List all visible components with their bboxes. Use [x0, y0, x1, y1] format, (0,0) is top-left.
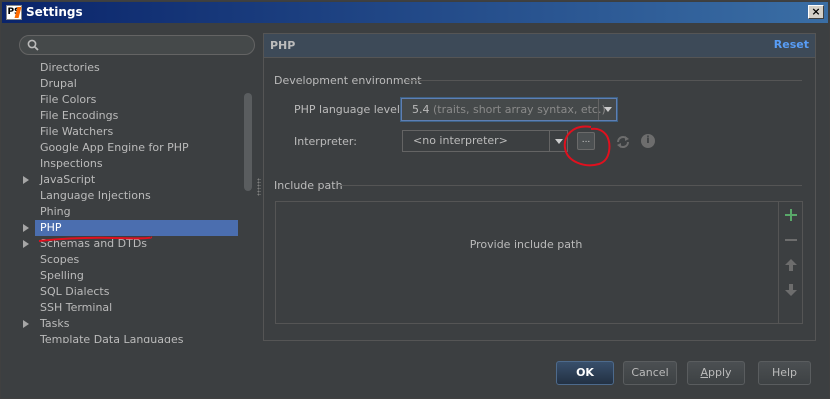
tree-item-label: SSH Terminal — [40, 301, 113, 314]
chevron-down-icon[interactable] — [598, 99, 616, 120]
remove-icon[interactable] — [784, 233, 798, 247]
tree-item-label: File Watchers — [40, 125, 114, 138]
interpreter-select[interactable]: <no interpreter> — [402, 130, 568, 152]
panel-header: PHP Reset — [264, 34, 815, 58]
panel-title: PHP — [270, 39, 296, 52]
interpreter-label: Interpreter: — [294, 135, 357, 148]
include-path-toolbar — [778, 202, 802, 323]
help-button[interactable]: Help — [758, 361, 811, 385]
tree-item-tasks[interactable]: Tasks — [17, 316, 238, 332]
phpstorm-app-icon: PS — [6, 5, 22, 20]
tree-item-google-app-engine-for-php[interactable]: Google App Engine for PHP — [17, 140, 238, 156]
include-path-empty-text: Provide include path — [469, 238, 583, 251]
close-window-button[interactable]: × — [808, 5, 824, 19]
tree-item-sql-dialects[interactable]: SQL Dialects — [17, 284, 238, 300]
include-path-list[interactable]: Provide include path — [275, 201, 803, 324]
tree-item-javascript[interactable]: JavaScript — [17, 172, 238, 188]
tree-item-php[interactable]: PHP — [23, 220, 238, 236]
ok-button[interactable]: OK — [556, 361, 614, 385]
php-language-level-label: PHP language level: — [294, 103, 404, 116]
lang-level-value: 5.4 — [412, 103, 430, 116]
tree-item-label: Inspections — [40, 157, 103, 170]
tree-item-label: Drupal — [40, 77, 77, 90]
lang-level-hint: (traits, short array syntax, etc.) — [433, 103, 606, 116]
move-down-icon[interactable] — [784, 283, 798, 297]
tree-item-phing[interactable]: Phing — [17, 204, 238, 220]
tree-item-file-colors[interactable]: File Colors — [17, 92, 238, 108]
tree-item-label: Google App Engine for PHP — [40, 141, 189, 154]
apply-button[interactable]: Apply — [687, 361, 745, 385]
expand-arrow-icon[interactable] — [23, 320, 29, 328]
tree-item-label: Tasks — [40, 317, 70, 330]
include-path-separator — [339, 185, 802, 186]
dev-env-separator — [406, 80, 802, 81]
splitter-handle[interactable] — [257, 178, 261, 196]
move-up-icon[interactable] — [784, 258, 798, 272]
tree-item-language-injections[interactable]: Language Injections — [17, 188, 238, 204]
tree-scrollbar-thumb[interactable] — [244, 93, 252, 191]
settings-dialog: PS Settings × Directories Drupal File Colo… — [0, 0, 830, 399]
refresh-icon[interactable] — [615, 134, 631, 150]
tree-item-schemas-and-dtds[interactable]: Schemas and DTDs — [17, 236, 238, 252]
tree-item-label: File Encodings — [40, 109, 119, 122]
tree-item-label: Schemas and DTDs — [40, 237, 148, 250]
tree-item-label: Template Data Languages — [40, 333, 184, 343]
chevron-down-icon[interactable] — [549, 131, 567, 151]
tree-item-label: JavaScript — [40, 173, 96, 186]
expand-arrow-icon[interactable] — [23, 224, 29, 232]
add-icon[interactable] — [784, 208, 798, 222]
tree-item-file-encodings[interactable]: File Encodings — [17, 108, 238, 124]
expand-arrow-icon[interactable] — [23, 240, 29, 248]
tree-item-scopes[interactable]: Scopes — [17, 252, 238, 268]
tree-item-spelling[interactable]: Spelling — [17, 268, 238, 284]
tree-item-label: PHP — [40, 221, 62, 234]
window-title: Settings — [26, 5, 83, 19]
php-settings-panel: PHP Reset Development environment PHP la… — [263, 33, 816, 341]
tree-item-ssh-terminal[interactable]: SSH Terminal — [17, 300, 238, 316]
settings-tree: Directories Drupal File Colors File Encodin… — [17, 61, 257, 343]
tree-item-label: Directories — [40, 61, 100, 74]
tree-item-inspections[interactable]: Inspections — [17, 156, 238, 172]
tree-item-template-data-languages[interactable]: Template Data Languages — [17, 332, 238, 343]
tree-item-drupal[interactable]: Drupal — [17, 76, 238, 92]
tree-item-label: Spelling — [40, 269, 84, 282]
settings-search-input[interactable] — [19, 35, 255, 55]
tree-item-label: Phing — [40, 205, 71, 218]
dev-env-section-label: Development environment — [274, 74, 422, 87]
include-path-section-label: Include path — [274, 179, 343, 192]
php-language-level-select[interactable]: 5.4 (traits, short array syntax, etc.) — [401, 98, 617, 121]
title-bar: PS Settings × — [2, 2, 828, 23]
reset-link[interactable]: Reset — [774, 38, 809, 51]
interpreter-value: <no interpreter> — [413, 134, 508, 147]
tree-item-label: SQL Dialects — [40, 285, 110, 298]
tree-item-label: Language Injections — [40, 189, 151, 202]
cancel-button[interactable]: Cancel — [623, 361, 677, 385]
info-icon[interactable]: i — [641, 134, 655, 148]
search-icon — [27, 39, 39, 51]
tree-item-label: File Colors — [40, 93, 97, 106]
tree-item-file-watchers[interactable]: File Watchers — [17, 124, 238, 140]
tree-item-label: Scopes — [40, 253, 80, 266]
tree-item-directories[interactable]: Directories — [17, 61, 238, 76]
expand-arrow-icon[interactable] — [23, 176, 29, 184]
interpreter-browse-button[interactable]: ... — [577, 132, 595, 150]
